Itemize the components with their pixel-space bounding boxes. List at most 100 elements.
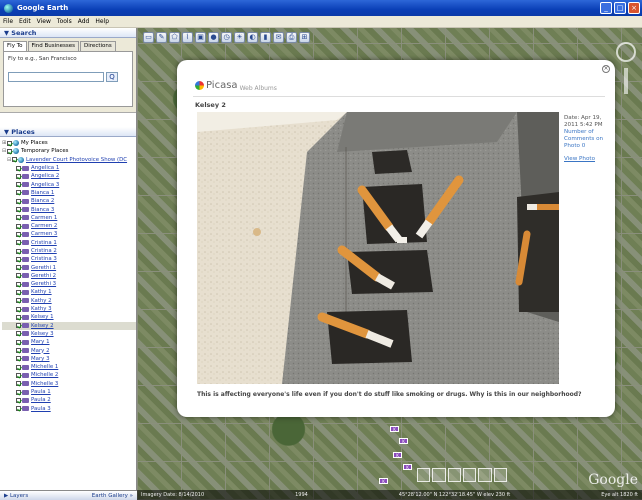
earth-gallery-button[interactable]: Earth Gallery »: [92, 493, 133, 499]
place-item[interactable]: Kathy 1: [2, 288, 136, 296]
menu-edit[interactable]: Edit: [19, 18, 31, 25]
place-item-link[interactable]: Mary 1: [31, 339, 50, 345]
sun-icon[interactable]: ☀: [234, 32, 245, 43]
place-item[interactable]: Kathy 2: [2, 297, 136, 305]
checkbox-icon[interactable]: [16, 273, 21, 279]
search-panel-header[interactable]: ▼ Search: [0, 28, 136, 38]
place-item[interactable]: Angelica 3: [2, 180, 136, 188]
checkbox-icon[interactable]: [16, 207, 21, 213]
place-item-link[interactable]: Cristina 3: [31, 256, 57, 262]
place-item-link[interactable]: Michelle 1: [31, 364, 58, 370]
tab-directions[interactable]: Directions: [80, 41, 116, 51]
photo-image[interactable]: [197, 112, 559, 384]
checkbox-icon[interactable]: [16, 314, 21, 320]
place-item-link[interactable]: Paula 3: [31, 406, 51, 412]
checkbox-icon[interactable]: [16, 173, 21, 179]
checkbox-icon[interactable]: [16, 372, 21, 378]
fly-to-input[interactable]: [8, 72, 104, 82]
place-item-link[interactable]: Bianca 2: [31, 198, 54, 204]
checkbox-icon[interactable]: [16, 298, 21, 304]
path-icon[interactable]: ⌇: [182, 32, 193, 43]
collapse-icon[interactable]: ⊟: [2, 148, 6, 154]
checkbox-icon[interactable]: [16, 165, 21, 171]
checkbox-icon[interactable]: [16, 397, 21, 403]
checkbox-icon[interactable]: [7, 148, 12, 154]
checkbox-icon[interactable]: [16, 240, 21, 246]
menu-file[interactable]: File: [3, 18, 13, 25]
placemark-marker[interactable]: K: [390, 426, 399, 432]
place-item[interactable]: Angelica 1: [2, 164, 136, 172]
tab-fly-to[interactable]: Fly To: [3, 41, 27, 51]
minimize-button[interactable]: _: [600, 2, 612, 14]
place-item-link[interactable]: Gerethi 1: [31, 265, 56, 271]
place-item[interactable]: Carmen 3: [2, 230, 136, 238]
place-item-link[interactable]: Paula 2: [31, 397, 51, 403]
close-balloon-button[interactable]: ×: [602, 65, 610, 73]
tree-row-folder[interactable]: ⊟ Lavender Court Photovoice Show (DC: [2, 156, 136, 164]
checkbox-icon[interactable]: [16, 265, 21, 271]
checkbox-icon[interactable]: [16, 281, 21, 287]
place-item-link[interactable]: Mary 3: [31, 356, 50, 362]
place-item[interactable]: Mary 2: [2, 346, 136, 354]
place-item[interactable]: Cristina 1: [2, 239, 136, 247]
place-item[interactable]: Michelle 2: [2, 371, 136, 379]
checkbox-icon[interactable]: [16, 231, 21, 237]
layers-panel-toggle[interactable]: ▶ Layers: [4, 493, 28, 499]
compass-icon[interactable]: [616, 42, 636, 62]
film-frame[interactable]: [462, 468, 477, 482]
place-item-link[interactable]: Kelsey 1: [31, 314, 54, 320]
place-item[interactable]: Cristina 3: [2, 255, 136, 263]
film-frame[interactable]: [493, 468, 507, 482]
place-item[interactable]: Kelsey 3: [2, 330, 136, 338]
menu-help[interactable]: Help: [95, 18, 109, 25]
folder-link[interactable]: Lavender Court Photovoice Show (DC: [26, 157, 127, 163]
checkbox-icon[interactable]: [16, 389, 21, 395]
checkbox-icon[interactable]: [16, 215, 21, 221]
checkbox-icon[interactable]: [16, 306, 21, 312]
place-item[interactable]: Carmen 1: [2, 214, 136, 222]
checkbox-icon[interactable]: [16, 223, 21, 229]
place-item[interactable]: Bianca 2: [2, 197, 136, 205]
place-item[interactable]: Gerethi 3: [2, 280, 136, 288]
place-item-link[interactable]: Michelle 2: [31, 372, 58, 378]
place-item-link[interactable]: Angelica 3: [31, 182, 59, 188]
place-item[interactable]: Carmen 2: [2, 222, 136, 230]
checkbox-icon[interactable]: [16, 406, 21, 412]
place-item-link[interactable]: Angelica 2: [31, 173, 59, 179]
menu-view[interactable]: View: [37, 18, 51, 25]
place-item-link[interactable]: Michelle 3: [31, 381, 58, 387]
place-item[interactable]: Kathy 3: [2, 305, 136, 313]
place-item-link[interactable]: Cristina 2: [31, 248, 57, 254]
menu-tools[interactable]: Tools: [57, 18, 72, 25]
place-item[interactable]: Mary 1: [2, 338, 136, 346]
place-item[interactable]: Angelica 2: [2, 172, 136, 180]
checkbox-icon[interactable]: [16, 256, 21, 262]
placemark-marker[interactable]: K: [379, 478, 388, 484]
checkbox-icon[interactable]: [16, 248, 21, 254]
placemark-marker[interactable]: K: [399, 438, 408, 444]
place-item[interactable]: Bianca 3: [2, 205, 136, 213]
film-frame[interactable]: [432, 468, 446, 482]
checkbox-icon[interactable]: [7, 140, 12, 146]
place-item-link[interactable]: Bianca 3: [31, 207, 54, 213]
place-item[interactable]: Gerethi 2: [2, 272, 136, 280]
place-item-link[interactable]: Angelica 1: [31, 165, 59, 171]
place-item-link[interactable]: Carmen 2: [31, 223, 57, 229]
checkbox-icon[interactable]: [16, 348, 21, 354]
place-item-link[interactable]: Bianca 1: [31, 190, 54, 196]
sidebar-toggle-icon[interactable]: ▭: [143, 32, 154, 43]
tree-row-my-places[interactable]: ⊞ My Places: [2, 139, 136, 147]
place-item-link[interactable]: Carmen 1: [31, 215, 57, 221]
email-icon[interactable]: ✉: [273, 32, 284, 43]
place-item[interactable]: Michelle 1: [2, 363, 136, 371]
checkbox-icon[interactable]: [16, 356, 21, 362]
placemark-icon[interactable]: ✎: [156, 32, 167, 43]
collapse-icon[interactable]: ⊟: [7, 157, 11, 163]
place-item[interactable]: Bianca 1: [2, 189, 136, 197]
planets-icon[interactable]: ◐: [247, 32, 258, 43]
checkbox-icon[interactable]: [16, 190, 21, 196]
place-item[interactable]: Paula 2: [2, 396, 136, 404]
checkbox-icon[interactable]: [12, 157, 17, 163]
checkbox-icon[interactable]: [16, 198, 21, 204]
tab-find-businesses[interactable]: Find Businesses: [27, 41, 80, 51]
